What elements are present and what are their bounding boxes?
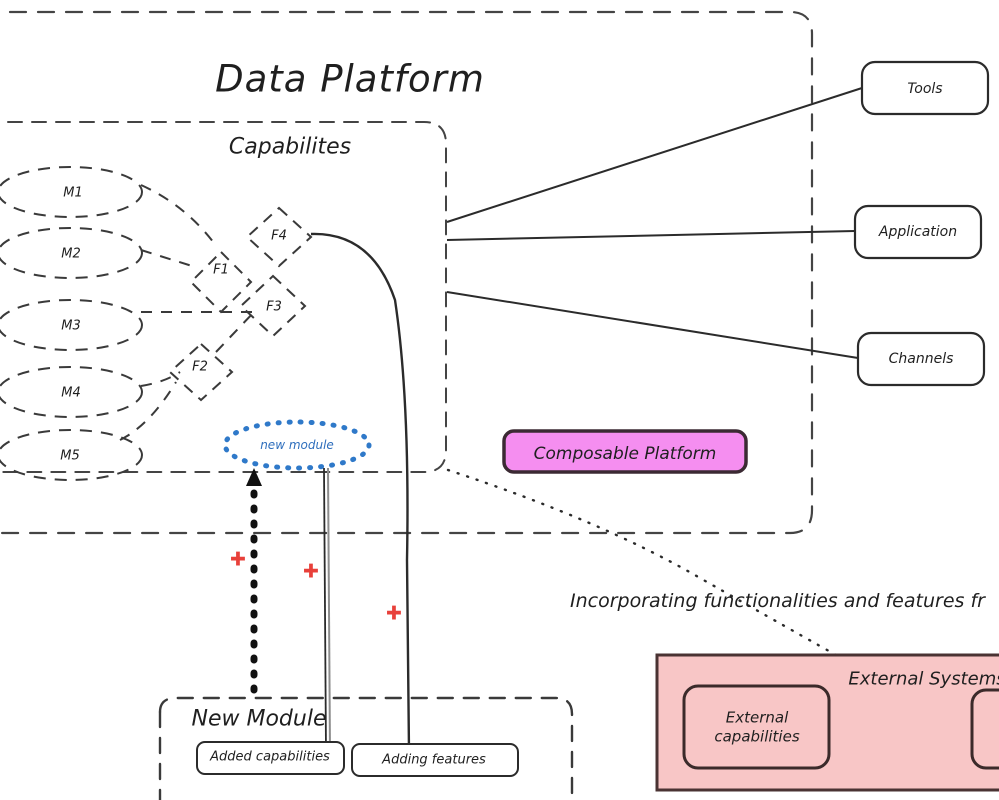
plus-icon-1: ✚: [230, 548, 246, 571]
edge-capabilities-tools: [446, 87, 863, 223]
composable-platform-box[interactable]: [502, 429, 748, 474]
edge-capabilities-external-systems: [446, 468, 847, 662]
plus-icon-3: ✚: [386, 602, 402, 625]
box-adding-features[interactable]: [351, 743, 519, 777]
edge-capabilities-application: [446, 230, 856, 241]
arrowhead-newmodule: [246, 468, 262, 486]
module-ellipse-m4[interactable]: [0, 366, 143, 418]
box-added-capabilities[interactable]: [196, 741, 345, 775]
module-ellipse-m3[interactable]: [0, 299, 143, 351]
edge-m1-f1: [140, 184, 215, 244]
capabilities-container: [0, 121, 447, 473]
feature-diamond-f3[interactable]: [239, 274, 307, 338]
plus-icon-2: ✚: [303, 560, 319, 583]
consumer-box-tools[interactable]: [860, 60, 990, 116]
diagram-shapes: [0, 10, 999, 800]
module-ellipse-m5[interactable]: [0, 429, 143, 481]
module-ellipse-m1[interactable]: [0, 166, 143, 218]
module-ellipse-m2[interactable]: [0, 227, 143, 279]
edge-m5-f2: [119, 381, 177, 441]
feature-diamond-f1[interactable]: [189, 250, 253, 314]
diagram-canvas: Data Platform Capabilites M1 M2 M3 M4 M5…: [0, 0, 999, 800]
edge-newmodule-added-capabilities-shadow: [327, 467, 331, 753]
new-module-ellipse[interactable]: [222, 419, 372, 471]
consumer-box-application[interactable]: [853, 204, 983, 260]
feature-diamond-f4[interactable]: [245, 206, 313, 268]
box-external-second[interactable]: [970, 688, 999, 770]
edge-f2-f3: [215, 311, 255, 353]
box-external-capabilities[interactable]: [682, 684, 831, 770]
edge-newmodule-added-capabilities: [323, 467, 327, 753]
edge-m2-f1: [140, 249, 193, 267]
edge-m4-f2: [140, 371, 181, 387]
edge-capabilities-channels: [446, 291, 859, 359]
consumer-box-channels[interactable]: [856, 331, 986, 387]
